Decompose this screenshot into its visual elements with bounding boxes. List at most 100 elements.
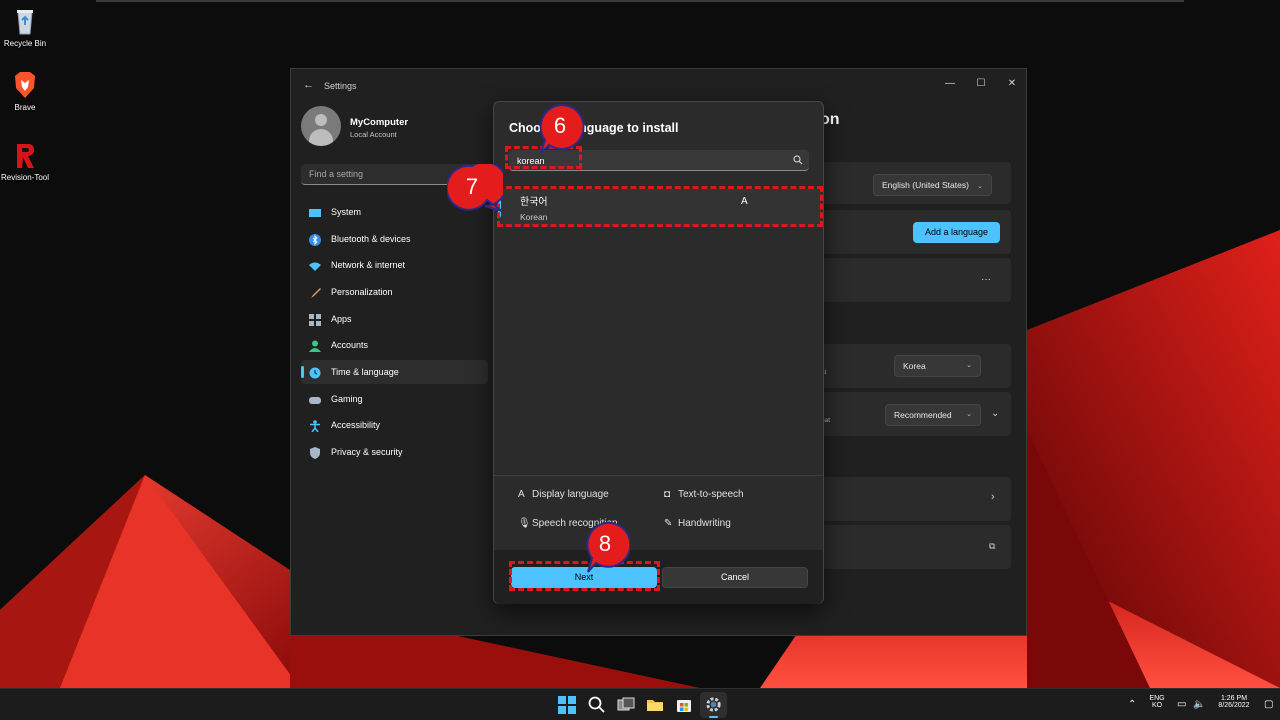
clock-time: 1:26 PM	[1220, 695, 1248, 702]
revision-tool-icon	[10, 140, 40, 170]
account-type: Local Account	[350, 130, 397, 139]
chevron-down-icon: ⌄	[966, 362, 972, 369]
highlight-korean-row	[497, 186, 823, 227]
input-language-indicator[interactable]: ENG KO	[1146, 695, 1168, 709]
feature-label: Display language	[532, 489, 609, 500]
file-explorer-icon[interactable]	[645, 695, 665, 715]
step-number: 8	[598, 531, 612, 556]
desktop-icon-label: Revision-Tool	[0, 173, 50, 182]
chevron-down-icon: ⌄	[976, 183, 983, 190]
desktop-icon-recycle-bin[interactable]: Recycle Bin	[0, 6, 55, 48]
text-to-speech-icon: ◘	[664, 489, 671, 500]
sidebar-item-label: Accounts	[331, 340, 369, 350]
back-arrow-icon[interactable]: ←	[303, 79, 314, 91]
task-view-icon[interactable]	[616, 695, 636, 715]
microphone-icon: 🎙	[518, 518, 531, 529]
feature-label: Text-to-speech	[678, 489, 744, 500]
brush-icon	[309, 286, 321, 298]
divider	[494, 475, 823, 476]
feature-text-to-speech: ◘ Text-to-speech	[664, 489, 744, 500]
choose-language-dialog: Choose a language to install 한국어 Korean …	[493, 101, 824, 604]
sidebar-item-accessibility[interactable]: Accessibility	[301, 413, 488, 437]
avatar[interactable]	[301, 106, 341, 146]
microsoft-store-icon[interactable]	[674, 695, 694, 715]
desktop-icon-label: Brave	[14, 103, 36, 112]
accessibility-icon	[309, 419, 321, 433]
display-language-value: English (United States)	[882, 180, 969, 190]
wifi-icon	[309, 259, 321, 271]
find-setting-placeholder: Find a setting	[309, 169, 364, 179]
sidebar-item-network[interactable]: Network & internet	[301, 253, 488, 277]
expand-chevron-icon[interactable]: ⌄	[991, 408, 999, 419]
region-dropdown[interactable]: Korea ⌄	[894, 355, 981, 377]
chevron-up-icon[interactable]: ⌃	[1128, 699, 1136, 710]
sidebar-item-accounts[interactable]: Accounts	[301, 333, 488, 357]
add-a-language-button[interactable]: Add a language	[913, 222, 1000, 243]
sidebar-item-privacy[interactable]: Privacy & security	[301, 440, 488, 464]
region-value: Korea	[903, 361, 926, 371]
handwriting-icon: ✎	[664, 518, 673, 529]
step-6-callout: 6	[535, 103, 585, 154]
desktop-icon-brave[interactable]: Brave	[0, 70, 55, 112]
chevron-right-icon[interactable]: ›	[991, 491, 995, 503]
active-app-indicator	[709, 716, 718, 718]
display-language-dropdown[interactable]: English (United States) ⌄	[873, 174, 992, 196]
apps-grid-icon	[309, 313, 321, 326]
regional-format-dropdown[interactable]: Recommended ⌄	[885, 404, 981, 426]
related-link-card	[821, 525, 1011, 569]
top-edge-strip	[96, 0, 1184, 2]
windows-start-icon[interactable]	[557, 695, 577, 715]
step-7-callout: 7	[445, 161, 508, 214]
sidebar-item-personalization[interactable]: Personalization	[301, 280, 488, 304]
person-icon	[309, 339, 321, 352]
taskbar: ⌃ ENG KO ▭ 🔈 1:26 PM 8/26/2022 ▢	[0, 688, 1280, 720]
lang-top: ENG	[1149, 695, 1165, 702]
desktop-icon-revision-tool[interactable]: Revision-Tool	[0, 140, 55, 182]
close-icon[interactable]: ✕	[998, 74, 1026, 94]
network-icon[interactable]: ▭	[1177, 699, 1186, 710]
bluetooth-icon	[309, 233, 321, 246]
minimize-icon[interactable]: —	[936, 74, 964, 94]
user-name: MyComputer	[350, 117, 409, 128]
step-8-callout: 8	[580, 521, 632, 573]
sidebar-item-time-language[interactable]: Time & language	[301, 360, 488, 384]
active-indicator	[301, 366, 304, 378]
volume-icon[interactable]: 🔈	[1193, 699, 1205, 710]
gear-icon	[706, 697, 721, 712]
lang-bottom: KO	[1151, 702, 1163, 709]
monitor-icon	[309, 206, 321, 218]
settings-taskbar-button[interactable]	[700, 692, 727, 718]
cancel-button[interactable]: Cancel	[662, 567, 808, 588]
sidebar-item-label: Accessibility	[331, 420, 381, 430]
cancel-label: Cancel	[720, 572, 749, 582]
sidebar-item-gaming[interactable]: Gaming	[301, 387, 488, 411]
sidebar-item-apps[interactable]: Apps	[301, 307, 488, 331]
gamepad-icon	[309, 393, 321, 405]
sidebar-item-label: Personalization	[331, 287, 393, 297]
display-language-icon: A	[518, 489, 525, 500]
maximize-icon[interactable]: ☐	[967, 74, 995, 94]
recycle-bin-icon	[10, 6, 40, 36]
brave-lion-icon	[10, 70, 40, 100]
sidebar-item-label: Network & internet	[331, 260, 406, 270]
format-value: Recommended	[894, 410, 952, 420]
notification-icon[interactable]: ▢	[1264, 699, 1273, 710]
sidebar-item-label: Privacy & security	[331, 447, 403, 457]
search-icon[interactable]	[587, 695, 607, 715]
globe-clock-icon	[309, 366, 321, 379]
sidebar-item-bluetooth[interactable]: Bluetooth & devices	[301, 227, 488, 251]
chevron-down-icon: ⌄	[966, 411, 972, 418]
step-number: 7	[465, 174, 479, 199]
feature-display-language: A Display language	[518, 489, 609, 500]
desktop-icon-label: Recycle Bin	[3, 39, 47, 48]
sidebar-item-label: Gaming	[331, 394, 363, 404]
more-options-icon[interactable]: ···	[981, 274, 991, 285]
feature-handwriting: ✎ Handwriting	[664, 518, 731, 529]
sidebar-item-label: Time & language	[331, 367, 399, 377]
add-language-label: Add a language	[924, 227, 989, 237]
clock-date: 8/26/2022	[1218, 702, 1250, 709]
sidebar-item-label: Apps	[331, 314, 352, 324]
typing-card	[821, 477, 1011, 521]
clock[interactable]: 1:26 PM 8/26/2022	[1208, 695, 1260, 709]
external-link-icon[interactable]: ⧉	[989, 541, 995, 552]
